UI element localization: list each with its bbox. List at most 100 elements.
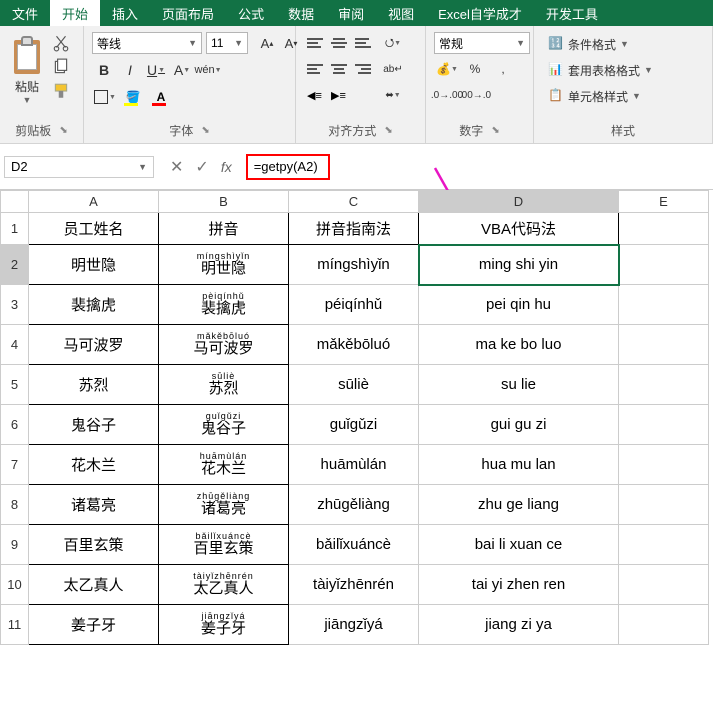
cell-A1[interactable]: 员工姓名 <box>29 213 159 245</box>
cell-C5[interactable]: sūliè <box>289 365 419 405</box>
cell-D9[interactable]: bai li xuan ce <box>419 525 619 565</box>
row-header-9[interactable]: 9 <box>1 525 29 565</box>
phonetic-guide-button[interactable]: A▼ <box>170 58 194 82</box>
cell-style-button[interactable]: 📋单元格样式▼ <box>544 84 657 108</box>
cell-A2[interactable]: 明世隐 <box>29 245 159 285</box>
cell-B11[interactable]: jiāngzǐyá姜子牙 <box>159 605 289 645</box>
cell-A11[interactable]: 姜子牙 <box>29 605 159 645</box>
cell-A7[interactable]: 花木兰 <box>29 445 159 485</box>
underline-button[interactable]: U▼ <box>144 58 168 82</box>
cell-A9[interactable]: 百里玄策 <box>29 525 159 565</box>
row-header-5[interactable]: 5 <box>1 365 29 405</box>
fx-icon[interactable]: fx <box>221 159 232 175</box>
row-header-11[interactable]: 11 <box>1 605 29 645</box>
cell-E4[interactable] <box>619 325 709 365</box>
sheet-grid[interactable]: ABCDE1员工姓名拼音拼音指南法VBA代码法2明世隐míngshìyǐn明世隐… <box>0 190 713 645</box>
row-header-10[interactable]: 10 <box>1 565 29 605</box>
align-center-button[interactable] <box>328 58 350 80</box>
cell-B7[interactable]: huāmùlán花木兰 <box>159 445 289 485</box>
tab-data[interactable]: 数据 <box>276 0 326 26</box>
tab-formula[interactable]: 公式 <box>226 0 276 26</box>
number-format-combo[interactable]: 常规▼ <box>434 32 530 54</box>
cell-E5[interactable] <box>619 365 709 405</box>
comma-button[interactable]: , <box>490 58 516 80</box>
cell-D10[interactable]: tai yi zhen ren <box>419 565 619 605</box>
cell-E8[interactable] <box>619 485 709 525</box>
col-header-D[interactable]: D <box>419 191 619 213</box>
cell-B10[interactable]: tàiyǐzhēnrén太乙真人 <box>159 565 289 605</box>
cell-D1[interactable]: VBA代码法 <box>419 213 619 245</box>
font-color-button[interactable]: A <box>148 86 174 108</box>
font-name-combo[interactable]: 等线▼ <box>92 32 202 54</box>
paste-button[interactable]: 粘贴 ▼ <box>4 28 50 105</box>
tab-dev[interactable]: 开发工具 <box>534 0 610 26</box>
cell-D2[interactable]: ming shi yin <box>419 245 619 285</box>
select-all-corner[interactable] <box>1 191 29 213</box>
cell-D3[interactable]: pei qin hu <box>419 285 619 325</box>
cell-E3[interactable] <box>619 285 709 325</box>
tab-home[interactable]: 开始 <box>50 0 100 26</box>
enter-icon[interactable]: ✓ <box>195 157 208 177</box>
table-format-button[interactable]: 📊套用表格格式▼ <box>544 58 657 82</box>
tab-view[interactable]: 视图 <box>376 0 426 26</box>
launcher-icon[interactable]: ⬊ <box>201 125 209 136</box>
cell-A4[interactable]: 马可波罗 <box>29 325 159 365</box>
grow-font-icon[interactable]: A▴ <box>256 32 278 54</box>
cell-B1[interactable]: 拼音 <box>159 213 289 245</box>
cell-D11[interactable]: jiang zi ya <box>419 605 619 645</box>
cut-icon[interactable] <box>52 34 70 52</box>
cell-B2[interactable]: míngshìyǐn明世隐 <box>159 245 289 285</box>
dec-decimal-button[interactable]: .00→.0 <box>462 84 488 106</box>
cell-D4[interactable]: ma ke bo luo <box>419 325 619 365</box>
row-header-3[interactable]: 3 <box>1 285 29 325</box>
name-box[interactable]: D2▼ <box>4 156 154 178</box>
cell-C1[interactable]: 拼音指南法 <box>289 213 419 245</box>
align-bottom-button[interactable] <box>352 32 374 54</box>
cell-A5[interactable]: 苏烈 <box>29 365 159 405</box>
cond-format-button[interactable]: 🔢条件格式▼ <box>544 32 657 56</box>
cancel-icon[interactable]: ✕ <box>170 157 183 177</box>
cell-C9[interactable]: bǎilǐxuáncè <box>289 525 419 565</box>
launcher-icon[interactable]: ⬊ <box>491 125 499 136</box>
inc-decimal-button[interactable]: .0→.00 <box>434 84 460 106</box>
cell-C7[interactable]: huāmùlán <box>289 445 419 485</box>
row-header-1[interactable]: 1 <box>1 213 29 245</box>
align-right-button[interactable] <box>352 58 374 80</box>
cell-C3[interactable]: péiqínhǔ <box>289 285 419 325</box>
cell-E9[interactable] <box>619 525 709 565</box>
cell-C2[interactable]: míngshìyǐn <box>289 245 419 285</box>
indent-inc-button[interactable]: ▶≡ <box>328 84 350 106</box>
cell-D8[interactable]: zhu ge liang <box>419 485 619 525</box>
cell-B5[interactable]: sūliè苏烈 <box>159 365 289 405</box>
cell-E10[interactable] <box>619 565 709 605</box>
cell-A10[interactable]: 太乙真人 <box>29 565 159 605</box>
cell-A6[interactable]: 鬼谷子 <box>29 405 159 445</box>
percent-button[interactable]: % <box>462 58 488 80</box>
launcher-icon[interactable]: ⬊ <box>59 125 67 136</box>
fill-color-button[interactable]: 🪣 <box>120 86 146 108</box>
cell-A8[interactable]: 诸葛亮 <box>29 485 159 525</box>
tab-layout[interactable]: 页面布局 <box>150 0 226 26</box>
cell-C10[interactable]: tàiyǐzhēnrén <box>289 565 419 605</box>
cell-D6[interactable]: gui gu zi <box>419 405 619 445</box>
cell-E7[interactable] <box>619 445 709 485</box>
merge-button[interactable]: ⬌▼ <box>380 84 406 106</box>
row-header-2[interactable]: 2 <box>1 245 29 285</box>
row-header-8[interactable]: 8 <box>1 485 29 525</box>
italic-button[interactable]: I <box>118 58 142 82</box>
col-header-E[interactable]: E <box>619 191 709 213</box>
cell-B4[interactable]: mǎkěbōluó马可波罗 <box>159 325 289 365</box>
cell-C4[interactable]: mǎkěbōluó <box>289 325 419 365</box>
cell-C6[interactable]: guǐgǔzi <box>289 405 419 445</box>
bold-button[interactable]: B <box>92 58 116 82</box>
tab-file[interactable]: 文件 <box>0 0 50 26</box>
row-header-7[interactable]: 7 <box>1 445 29 485</box>
cell-C8[interactable]: zhūgěliàng <box>289 485 419 525</box>
cell-E11[interactable] <box>619 605 709 645</box>
row-header-4[interactable]: 4 <box>1 325 29 365</box>
tab-custom[interactable]: Excel自学成才 <box>426 0 534 26</box>
cell-A3[interactable]: 裴擒虎 <box>29 285 159 325</box>
wen-button[interactable]: wén▼ <box>196 58 220 82</box>
cell-B3[interactable]: pèiqínhǔ裴擒虎 <box>159 285 289 325</box>
cell-D7[interactable]: hua mu lan <box>419 445 619 485</box>
